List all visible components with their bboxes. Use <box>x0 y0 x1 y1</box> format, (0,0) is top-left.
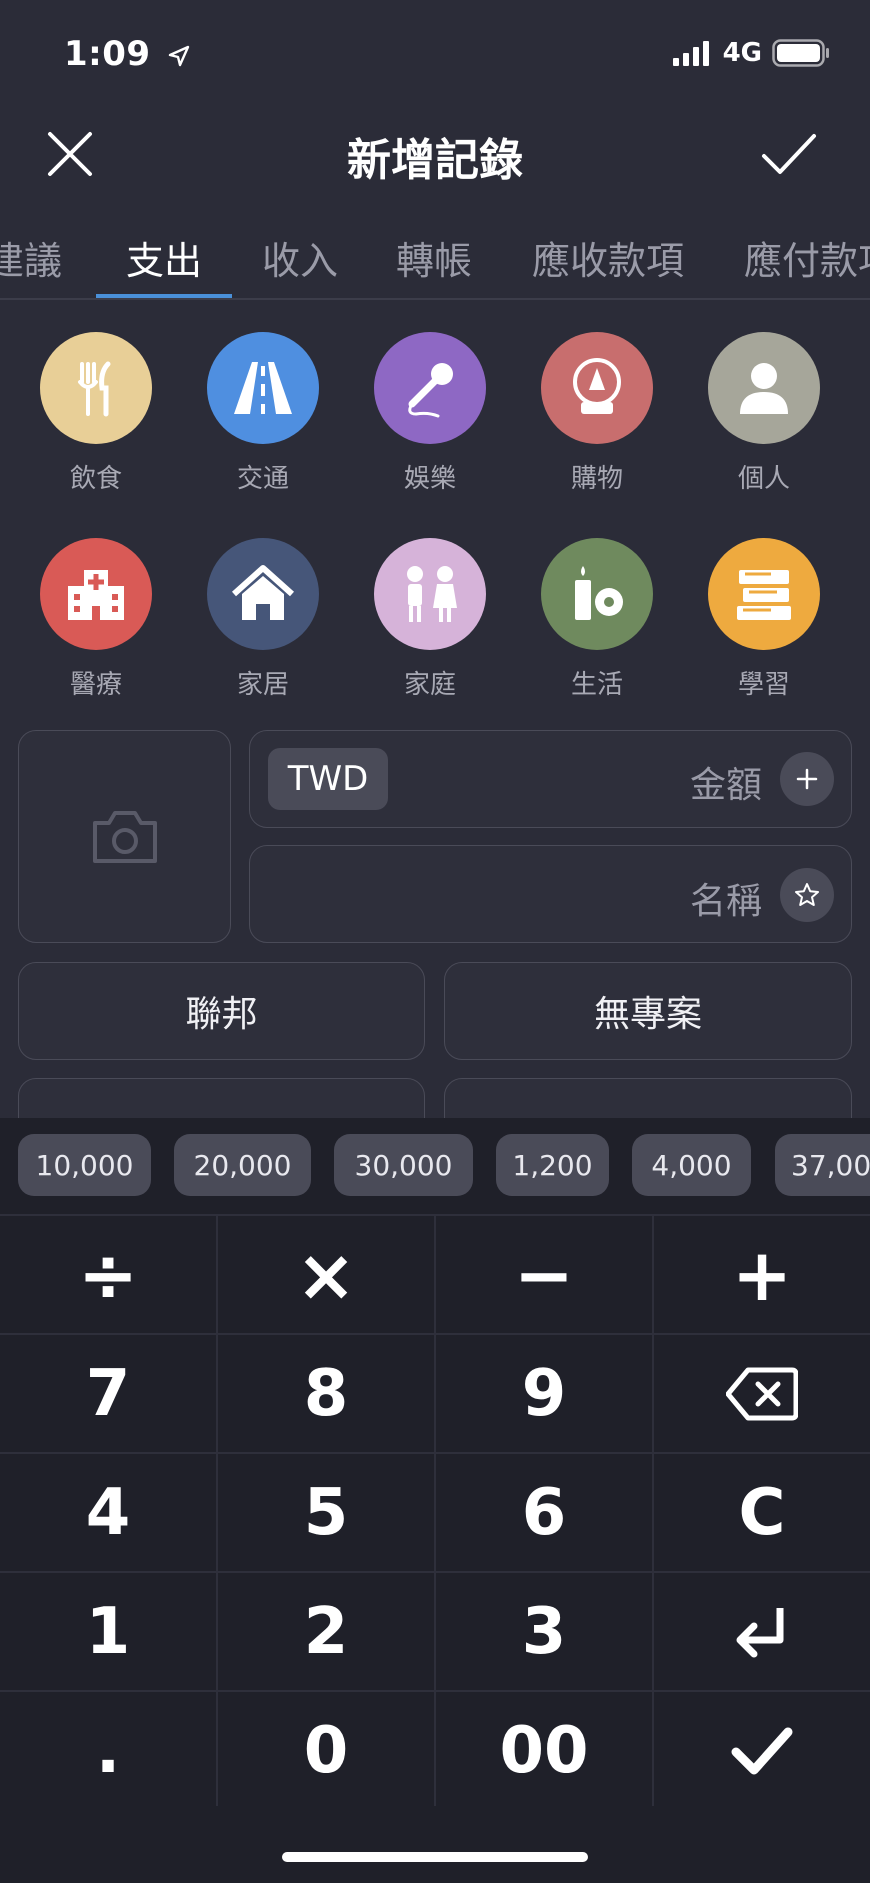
camera-icon <box>92 810 157 863</box>
category-food[interactable]: 飲食 <box>26 332 166 495</box>
key-1[interactable]: 1 <box>0 1573 216 1691</box>
candle-flower-icon <box>541 538 653 650</box>
tab-receivable[interactable]: 應收款項 <box>532 230 684 285</box>
tab-payable[interactable]: 應付款項 <box>744 230 870 285</box>
category-label: 個人 <box>737 464 790 494</box>
checkmark-icon <box>762 134 816 174</box>
key-7[interactable]: 7 <box>0 1335 216 1453</box>
favorite-name-button[interactable] <box>780 868 834 922</box>
key-6[interactable]: 6 <box>436 1454 652 1572</box>
status-time: 1:09 <box>64 34 191 74</box>
active-tab-indicator <box>96 294 232 298</box>
category-study[interactable]: 學習 <box>694 538 834 701</box>
category-label: 醫療 <box>69 670 122 700</box>
key-confirm[interactable] <box>654 1692 870 1810</box>
family-icon <box>374 538 486 650</box>
location-arrow-icon <box>168 45 190 66</box>
tab-transfer[interactable]: 轉帳 <box>396 230 472 285</box>
category-label: 家庭 <box>403 670 456 700</box>
key-divide[interactable]: ÷ <box>0 1216 216 1334</box>
category-shopping[interactable]: 購物 <box>527 332 667 495</box>
snow-globe-icon <box>541 332 653 444</box>
key-subtract[interactable]: − <box>436 1216 652 1334</box>
key-8[interactable]: 8 <box>218 1335 434 1453</box>
category-label: 家居 <box>236 670 289 700</box>
account-button[interactable]: 聯邦 <box>18 962 425 1060</box>
category-transport[interactable]: 交通 <box>193 332 333 495</box>
project-button[interactable]: 無專案 <box>444 962 852 1060</box>
currency-selector[interactable]: TWD <box>268 748 388 810</box>
key-0[interactable]: 0 <box>218 1692 434 1810</box>
key-9[interactable]: 9 <box>436 1335 652 1453</box>
person-icon <box>708 332 820 444</box>
name-label: 名稱 <box>689 881 762 922</box>
category-label: 交通 <box>236 464 289 494</box>
carrier-label: 4G <box>722 38 762 68</box>
key-clear[interactable]: C <box>654 1454 870 1572</box>
key-backspace[interactable] <box>654 1335 870 1453</box>
preset-amount[interactable]: 37,000 <box>775 1134 870 1196</box>
category-label: 學習 <box>737 670 790 700</box>
hospital-icon <box>40 538 152 650</box>
key-2[interactable]: 2 <box>218 1573 434 1691</box>
amount-add-button[interactable] <box>780 752 834 806</box>
tab-suggestion[interactable]: 建議 <box>0 230 62 285</box>
amount-label: 金額 <box>689 765 762 806</box>
key-5[interactable]: 5 <box>218 1454 434 1572</box>
tab-expense[interactable]: 支出 <box>126 230 202 285</box>
save-button[interactable] <box>760 128 818 180</box>
category-label: 飲食 <box>69 464 122 494</box>
category-label: 購物 <box>570 464 623 494</box>
record-type-tabs: 建議 支出 收入 轉帳 應收款項 應付款項 <box>0 222 870 300</box>
plus-icon <box>796 768 818 790</box>
key-multiply[interactable]: × <box>218 1216 434 1334</box>
tab-income[interactable]: 收入 <box>262 230 338 285</box>
preset-amount[interactable]: 20,000 <box>174 1134 311 1196</box>
key-return[interactable] <box>654 1573 870 1691</box>
key-4[interactable]: 4 <box>0 1454 216 1572</box>
battery-icon <box>772 39 829 67</box>
return-icon <box>736 1608 784 1658</box>
preset-amount[interactable]: 10,000 <box>18 1134 151 1196</box>
key-decimal[interactable]: . <box>0 1692 216 1810</box>
category-home[interactable]: 家居 <box>193 538 333 701</box>
preset-amount[interactable]: 30,000 <box>334 1134 473 1196</box>
category-label: 娛樂 <box>403 464 456 494</box>
preset-amount[interactable]: 1,200 <box>496 1134 609 1196</box>
page-title: 新增記錄 <box>347 135 523 186</box>
signal-icon <box>672 41 709 66</box>
home-indicator[interactable] <box>282 1852 588 1862</box>
star-icon <box>795 883 819 906</box>
fork-knife-icon <box>40 332 152 444</box>
checkmark-icon <box>731 1727 793 1775</box>
key-add[interactable]: + <box>654 1216 870 1334</box>
key-3[interactable]: 3 <box>436 1573 652 1691</box>
key-00[interactable]: 00 <box>436 1692 652 1810</box>
category-entertainment[interactable]: 娛樂 <box>360 332 500 495</box>
photo-picker[interactable] <box>18 730 231 943</box>
road-icon <box>207 332 319 444</box>
status-indicators: 4G <box>672 38 830 68</box>
microphone-icon <box>374 332 486 444</box>
books-icon <box>708 538 820 650</box>
amount-presets: 10,000 20,000 30,000 1,200 4,000 37,000 <box>0 1134 870 1196</box>
backspace-icon <box>726 1367 798 1421</box>
category-personal[interactable]: 個人 <box>694 332 834 495</box>
category-medical[interactable]: 醫療 <box>26 538 166 701</box>
preset-amount[interactable]: 4,000 <box>632 1134 751 1196</box>
house-icon <box>207 538 319 650</box>
category-family[interactable]: 家庭 <box>360 538 500 701</box>
category-label: 生活 <box>570 670 623 700</box>
category-living[interactable]: 生活 <box>527 538 667 701</box>
